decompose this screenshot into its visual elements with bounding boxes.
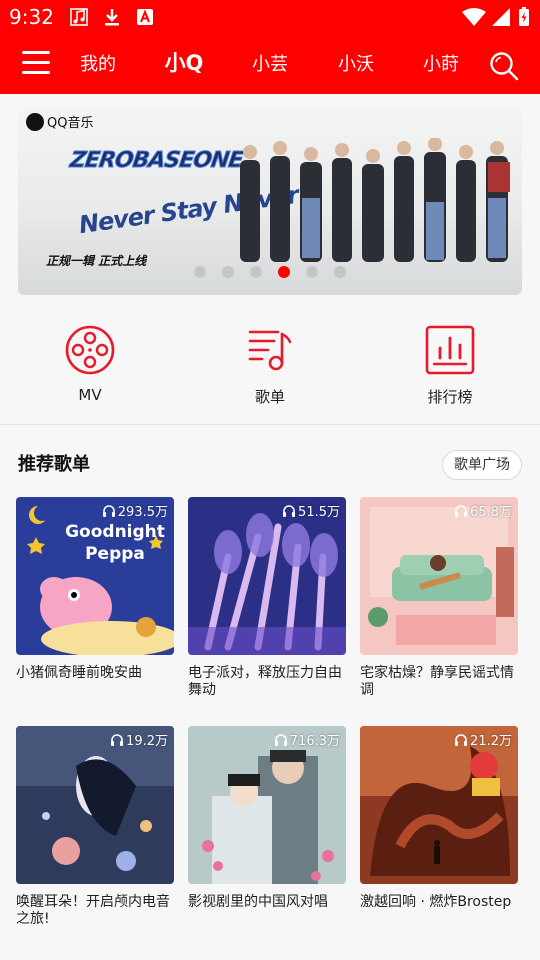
headphones-icon <box>455 504 468 517</box>
download-icon <box>105 9 119 26</box>
tab-xiaoyun[interactable]: 小芸 <box>250 52 290 78</box>
playlist-card[interactable]: 51.5万 电子派对，释放压力自由舞动 <box>188 497 346 699</box>
music-note-icon <box>70 8 88 26</box>
banner-subtitle: 正规一辑 正式上线 <box>46 254 147 268</box>
play-count-value: 716.3万 <box>289 734 340 749</box>
playlist-card[interactable]: 19.2万 唤醒耳朵！开启颅内电音之旅! <box>16 726 174 928</box>
playlist-title[interactable]: 宅家枯燥？静享民谣式情调 <box>360 665 518 699</box>
play-count-value: 19.2万 <box>126 734 168 749</box>
playlist-cover[interactable]: 65.8万 <box>360 497 518 655</box>
banner-dot[interactable] <box>334 266 346 278</box>
playlist-cover[interactable]: 21.2万 <box>360 726 518 884</box>
mv-button[interactable]: MV <box>30 324 150 404</box>
banner-dot[interactable] <box>306 266 318 278</box>
playlist-cover[interactable]: 19.2万 <box>16 726 174 884</box>
costume-drama-cover-art <box>188 726 346 884</box>
headphones-icon <box>283 504 296 517</box>
banner-title-1: ZEROBASEONE <box>68 148 245 174</box>
mv-label: MV <box>78 386 102 404</box>
status-bar: 9:32 <box>0 0 540 36</box>
playlist-icon <box>248 330 292 371</box>
chart-icon <box>425 325 475 375</box>
banner-dot-active[interactable] <box>278 266 290 278</box>
headphones-icon <box>455 733 468 746</box>
playlist-title[interactable]: 激越回响 · 燃炸Brostep <box>360 894 518 911</box>
play-count-value: 21.2万 <box>470 734 512 749</box>
playlist-square-button[interactable]: 歌单广场 <box>442 450 522 480</box>
playlist-card[interactable]: Goodnight Peppa 293.5万 小猪佩奇睡前晚安曲 <box>16 497 174 682</box>
playlist-card[interactable]: 21.2万 激越回响 · 燃炸Brostep <box>360 726 518 911</box>
folk-room-cover-art <box>360 497 518 655</box>
banner-pagination <box>194 266 346 278</box>
play-count: 293.5万 <box>102 501 168 520</box>
playlist-card[interactable]: 65.8万 宅家枯燥？静享民谣式情调 <box>360 497 518 699</box>
cover-text: Goodnight Peppa <box>65 522 165 564</box>
quick-actions: MV 歌单 排行榜 <box>0 324 540 414</box>
brostep-cover-art <box>360 726 518 884</box>
dance-hands-cover-art <box>188 497 346 655</box>
banner-dot[interactable] <box>250 266 262 278</box>
signal-icon <box>492 8 510 26</box>
menu-button[interactable] <box>22 51 50 77</box>
playlist-cover[interactable]: Goodnight Peppa 293.5万 <box>16 497 174 655</box>
banner-brand: QQ音乐 <box>47 116 94 131</box>
main-content: QQ音乐 ZEROBASEONE Never Stay Never 正规一辑 正… <box>0 94 540 960</box>
tab-xiaoq[interactable]: 小Q <box>162 50 206 76</box>
banner-dot[interactable] <box>222 266 234 278</box>
section-title: 推荐歌单 <box>18 454 90 475</box>
qq-music-logo: QQ音乐 <box>26 112 93 131</box>
play-count-value: 293.5万 <box>117 505 168 520</box>
play-count: 65.8万 <box>454 501 512 520</box>
promo-banner[interactable]: QQ音乐 ZEROBASEONE Never Stay Never 正规一辑 正… <box>18 108 522 295</box>
section-divider <box>0 424 540 425</box>
playlist-title[interactable]: 影视剧里的中国风对唱 <box>188 894 346 911</box>
headphones-icon <box>274 733 287 746</box>
play-count: 21.2万 <box>454 730 512 749</box>
battery-icon <box>519 7 529 26</box>
tab-mine[interactable]: 我的 <box>78 52 118 78</box>
tab-xiaowo[interactable]: 小沃 <box>336 52 376 78</box>
chart-button[interactable]: 排行榜 <box>390 324 510 407</box>
playlist-title[interactable]: 小猪佩奇睡前晚安曲 <box>16 665 174 682</box>
play-count: 716.3万 <box>274 730 340 749</box>
wifi-icon <box>462 8 486 26</box>
search-icon[interactable] <box>488 50 520 82</box>
playlist-cover[interactable]: 51.5万 <box>188 497 346 655</box>
playlist-button[interactable]: 歌单 <box>210 324 330 407</box>
play-count-value: 65.8万 <box>470 505 512 520</box>
headphones-icon <box>102 504 115 517</box>
tab-xiaoshi[interactable]: 小莳 <box>421 52 461 78</box>
playlist-label: 歌单 <box>254 388 285 406</box>
status-time: 9:32 <box>9 5 54 29</box>
play-count: 19.2万 <box>110 730 168 749</box>
film-reel-icon <box>65 325 115 375</box>
chart-label: 排行榜 <box>427 388 473 406</box>
banner-dot[interactable] <box>194 266 206 278</box>
playlist-title[interactable]: 电子派对，释放压力自由舞动 <box>188 665 346 699</box>
playlist-title[interactable]: 唤醒耳朵！开启颅内电音之旅! <box>16 894 174 928</box>
playlist-card[interactable]: 716.3万 影视剧里的中国风对唱 <box>188 726 346 911</box>
play-count-value: 51.5万 <box>298 505 340 520</box>
headphones-icon <box>111 733 124 746</box>
top-nav-bar: 我的 小Q 小芸 小沃 小莳 <box>0 36 540 94</box>
qq-music-logo-icon <box>26 112 44 131</box>
app-notification-icon <box>137 9 153 25</box>
play-count: 51.5万 <box>282 501 340 520</box>
playlist-cover[interactable]: 716.3万 <box>188 726 346 884</box>
space-cover-art <box>16 726 174 884</box>
